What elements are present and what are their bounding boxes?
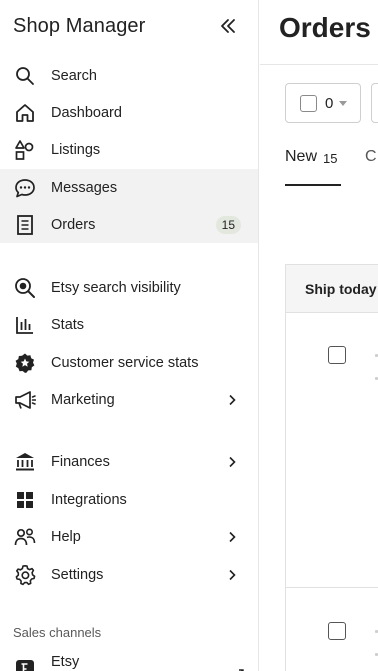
tab-new[interactable]: New 15	[285, 148, 341, 186]
tab-count: 15	[323, 151, 338, 166]
sidebar-item-label: Integrations	[51, 491, 127, 508]
select-all-checkbox[interactable]	[300, 94, 317, 112]
sidebar-item-marketing[interactable]: Marketing	[0, 381, 258, 418]
sidebar-item-label: Search	[51, 67, 97, 84]
sidebar-item-search[interactable]: Search	[0, 57, 258, 94]
chat-bubble-icon	[13, 176, 37, 200]
home-icon	[13, 101, 37, 125]
sidebar-item-label: Settings	[51, 566, 104, 583]
sidebar-header: Shop Manager	[0, 0, 258, 52]
orders-count-badge: 15	[215, 215, 241, 234]
order-list	[285, 313, 378, 671]
sidebar-item-label: Finances	[51, 453, 110, 470]
chevron-right-icon	[227, 456, 237, 468]
sidebar-item-finances[interactable]: Finances	[0, 443, 258, 480]
chevron-right-icon	[227, 531, 237, 543]
sidebar-item-customer-service-stats[interactable]: Customer service stats	[0, 344, 258, 381]
bar-chart-icon	[13, 313, 37, 337]
collapse-sidebar-icon[interactable]	[217, 15, 239, 37]
sidebar-item-label: Help	[51, 528, 81, 545]
sidebar-item-etsy-search-visibility[interactable]: Etsy search visibility	[0, 269, 258, 306]
orders-group-header: Ship today	[285, 264, 378, 313]
sidebar-item-label: Messages	[51, 179, 118, 196]
page-title: Orders	[279, 12, 371, 43]
sidebar-item-orders[interactable]: Orders 15	[0, 206, 258, 243]
sidebar-item-settings[interactable]: Settings	[0, 556, 258, 593]
sidebar-item-label: Stats	[51, 316, 85, 333]
order-row-checkbox[interactable]	[328, 622, 346, 640]
sidebar-item-label: Marketing	[51, 391, 115, 408]
sidebar-item-label: Etsy search visibility	[51, 279, 181, 296]
sidebar-item-listings[interactable]: Listings	[0, 131, 258, 168]
caret-down-icon	[339, 100, 348, 106]
chevron-right-icon	[227, 394, 237, 406]
sidebar: Shop Manager Search Dashboard Listings M…	[0, 0, 259, 671]
search-icon	[13, 64, 37, 88]
sidebar-title: Shop Manager	[13, 14, 146, 37]
sidebar-item-help[interactable]: Help	[0, 518, 258, 555]
toolbar-action-button[interactable]	[371, 83, 378, 123]
selected-count: 0	[325, 94, 334, 112]
sales-channels-heading: Sales channels	[13, 625, 102, 640]
bank-icon	[13, 450, 37, 474]
orders-main: Orders 0 New 15 C Ship today	[260, 0, 378, 671]
etsy-icon	[13, 657, 37, 671]
bulk-select-dropdown[interactable]: 0	[285, 83, 361, 123]
order-row-divider	[285, 587, 378, 588]
sidebar-item-integrations[interactable]: Integrations	[0, 481, 258, 518]
grid-icon	[13, 488, 37, 512]
gear-icon	[13, 563, 37, 587]
sidebar-item-dashboard[interactable]: Dashboard	[0, 94, 258, 131]
tab-completed[interactable]: C	[365, 148, 377, 186]
chevron-right-icon	[227, 569, 237, 581]
external-link-icon	[236, 664, 244, 671]
sidebar-item-stats[interactable]: Stats	[0, 306, 258, 343]
sidebar-item-label: Orders	[51, 216, 96, 233]
sidebar-item-label: Customer service stats	[51, 354, 199, 371]
sidebar-item-label: Dashboard	[51, 104, 122, 121]
megaphone-icon	[13, 388, 37, 412]
group-header-label: Ship today	[305, 280, 377, 297]
header-divider	[260, 64, 378, 65]
tab-label: New	[285, 148, 318, 165]
tab-label: C	[365, 148, 377, 165]
shapes-icon	[13, 138, 37, 162]
sidebar-item-messages[interactable]: Messages	[0, 169, 258, 206]
sidebar-item-label: Etsy	[51, 654, 80, 670]
star-badge-icon	[13, 351, 37, 375]
people-icon	[13, 525, 37, 549]
order-row-checkbox[interactable]	[328, 346, 346, 364]
sidebar-item-label: Listings	[51, 141, 101, 158]
sidebar-item-etsy-channel[interactable]: Etsy	[0, 651, 258, 671]
receipt-icon	[13, 213, 37, 237]
magnifier-icon	[13, 276, 37, 300]
